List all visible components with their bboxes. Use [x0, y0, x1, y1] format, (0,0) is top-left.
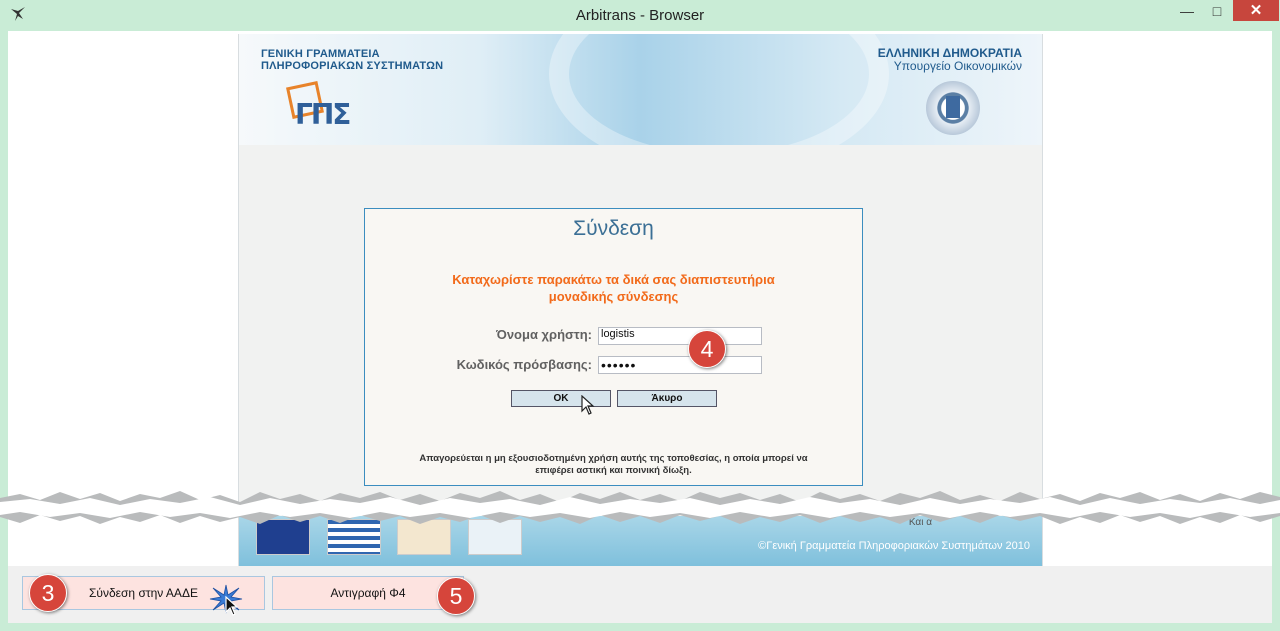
minimize-button[interactable]: —: [1170, 0, 1204, 22]
org-right-line2: Υπουργείο Οικονομικών: [893, 59, 1022, 73]
username-input[interactable]: logistis: [598, 327, 762, 345]
browser-content: ΓΕΝΙΚΗ ΓΡΑΜΜΑΤΕΙΑ ΠΛΗΡΟΦΟΡΙΑΚΩΝ ΣΥΣΤΗΜΑΤ…: [8, 31, 1272, 566]
instruction-line2: μοναδικής σύνδεσης: [548, 289, 679, 304]
torn-paper-edge: [0, 491, 1280, 524]
gsis-logo-text: ΓΠΣ: [295, 98, 351, 131]
gsis-logo-icon: ΓΠΣ: [286, 81, 351, 131]
username-label: Όνομα χρήστη:: [496, 327, 592, 342]
gsis-org-name: ΓΕΝΙΚΗ ΓΡΑΜΜΑΤΕΙΑ ΠΛΗΡΟΦΟΡΙΑΚΩΝ ΣΥΣΤΗΜΑΤ…: [261, 48, 443, 72]
greek-emblem-icon: [926, 81, 980, 135]
bottom-mouse-cursor-icon: [225, 596, 239, 616]
step-5-badge: 5: [437, 577, 475, 615]
ok-button[interactable]: ΟΚ: [511, 390, 611, 407]
mouse-cursor-icon: [581, 395, 595, 415]
password-label: Κωδικός πρόσβασης:: [456, 357, 592, 372]
maximize-button[interactable]: □: [1204, 0, 1230, 22]
step-3-badge: 3: [29, 574, 67, 612]
warning-line1: Απαγορεύεται η μη εξουσιοδοτημένη χρήση …: [419, 453, 808, 464]
password-input[interactable]: ••••••: [598, 356, 762, 374]
login-panel: Σύνδεση Καταχωρίστε παρακάτω τα δικά σας…: [364, 208, 863, 486]
step-4-badge: 4: [688, 330, 726, 368]
org-left-line2: ΠΛΗΡΟΦΟΡΙΑΚΩΝ ΣΥΣΤΗΜΑΤΩΝ: [261, 60, 444, 72]
title-bar: Arbitrans - Browser — □ ✕: [0, 0, 1280, 31]
window-title: Arbitrans - Browser: [575, 7, 705, 24]
legal-warning: Απαγορεύεται η μη εξουσιοδοτημένη χρήση …: [387, 453, 840, 477]
close-button[interactable]: ✕: [1233, 0, 1279, 21]
bottom-toolbar: Σύνδεση στην ΑΑΔΕ Αντιγραφή Φ4: [8, 566, 1272, 623]
copyright-text: ©Γενική Γραμματεία Πληροφοριακών Συστημά…: [758, 540, 1030, 552]
ministry-name: ΕΛΛΗΝΙΚΗ ΔΗΜΟΚΡΑΤΙΑ Υπουργείο Οικονομικώ…: [878, 47, 1022, 73]
cancel-button[interactable]: Άκυρο: [617, 390, 717, 407]
warning-line2: επιφέρει αστική και ποινική δίωξη.: [535, 465, 692, 476]
copy-f4-button[interactable]: Αντιγραφή Φ4: [272, 576, 464, 610]
login-title: Σύνδεση: [573, 217, 654, 240]
banner-swoosh: [549, 34, 889, 145]
site-banner: ΓΕΝΙΚΗ ΓΡΑΜΜΑΤΕΙΑ ΠΛΗΡΟΦΟΡΙΑΚΩΝ ΣΥΣΤΗΜΑΤ…: [239, 34, 1042, 145]
login-instructions: Καταχωρίστε παρακάτω τα δικά σας διαπιστ…: [365, 271, 862, 305]
instruction-line1: Καταχωρίστε παρακάτω τα δικά σας διαπιστ…: [452, 272, 775, 287]
gsis-page: ΓΕΝΙΚΗ ΓΡΑΜΜΑΤΕΙΑ ΠΛΗΡΟΦΟΡΙΑΚΩΝ ΣΥΣΤΗΜΑΤ…: [238, 34, 1043, 566]
org-left-line1: ΓΕΝΙΚΗ ΓΡΑΜΜΑΤΕΙΑ: [261, 48, 380, 60]
